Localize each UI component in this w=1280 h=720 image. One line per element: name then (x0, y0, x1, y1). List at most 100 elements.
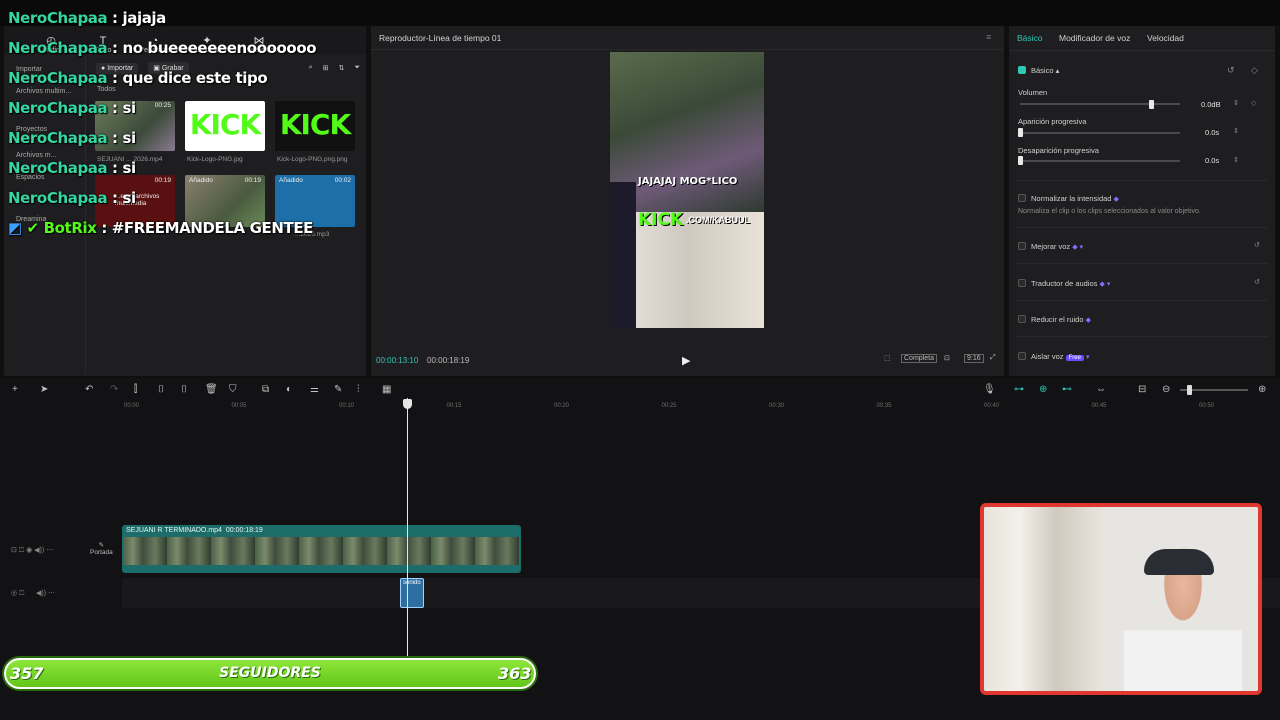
audio-wave-icon[interactable]: ⫶ (357, 384, 360, 395)
sound-clip-label: sonido (403, 580, 421, 586)
divider (1016, 180, 1268, 181)
zoom-slider-knob[interactable] (1187, 385, 1192, 395)
grid-icon[interactable]: ▦ (382, 384, 391, 395)
ruler-tick: 00:00 (124, 403, 140, 409)
translate-checkbox[interactable] (1018, 279, 1026, 287)
fit-icon[interactable]: ⊟ (1138, 384, 1146, 395)
tab-basic[interactable]: Básico (1017, 33, 1043, 43)
total-time: 00:00:18:19 (427, 356, 470, 365)
trim-right-icon[interactable]: ⌷ (181, 384, 187, 395)
grid-view-icon[interactable]: ⊞ (323, 64, 329, 72)
fade-out-slider-knob[interactable] (1018, 156, 1023, 165)
ratio-button[interactable]: 9:16 (964, 354, 984, 363)
noise-reduction-label: Reducir el ruido ◆ (1031, 315, 1092, 324)
snap-icon[interactable]: ⊷ (1062, 384, 1072, 395)
fade-in-value[interactable]: 0.0s (1205, 128, 1219, 137)
magnet-icon[interactable]: ⊕ (1039, 384, 1047, 395)
keyframe-icon[interactable]: ◇ (1251, 99, 1256, 107)
filter-all[interactable]: Todos (97, 86, 116, 93)
adjust-icon[interactable]: ⚌ (310, 384, 319, 395)
playhead-handle[interactable] (403, 399, 412, 409)
keyframe-icon[interactable]: ◇ (1251, 65, 1258, 76)
media-duration: 00:02 (334, 177, 351, 184)
normalize-description: Normaliza el clip o los clips selecciona… (1018, 208, 1201, 215)
trim-left-icon[interactable]: ⌷ (158, 384, 164, 395)
video-preview[interactable]: JAJAJAJ MOG*LICO KICK .COM/KABUUL (610, 52, 764, 328)
sidebar-item-media[interactable]: Archivos multim... (16, 88, 71, 95)
follower-goal: 363 (498, 664, 532, 683)
player-title: Reproductor-Línea de tiempo 01 (379, 33, 502, 43)
chat-message: NeroChapaa : si (8, 129, 136, 147)
fade-in-slider-knob[interactable] (1018, 128, 1023, 137)
link-icon[interactable]: ⊶ (1014, 384, 1024, 395)
tab-voice-changer[interactable]: Modificador de voz (1059, 33, 1130, 43)
add-track-icon[interactable]: + (12, 384, 18, 395)
play-icon[interactable]: ▶ (682, 354, 694, 367)
ruler-tick: 00:10 (339, 403, 355, 409)
delete-icon[interactable]: 🗑 (205, 384, 218, 395)
noise-reduction-checkbox[interactable] (1018, 315, 1026, 323)
split-icon[interactable]: ⫿ (134, 384, 137, 395)
chat-message-bot: ◩ ✔ BotRix : #FREEMANDELA GENTEE (8, 219, 314, 237)
track-lock-icon[interactable]: ⊡ ⏍ ◉ ◀)) ⋯ (11, 546, 53, 555)
microphone-icon[interactable]: 🎙 (983, 384, 996, 395)
menu-icon[interactable]: ≡ (986, 32, 991, 42)
chat-message: NeroChapaa : que dice este tipo (8, 69, 268, 87)
fade-out-slider[interactable] (1020, 160, 1180, 162)
crop-icon[interactable]: ⧉ (262, 384, 269, 395)
reset-icon[interactable]: ↺ (1254, 278, 1260, 286)
chevron-down-icon[interactable]: ▾ (1086, 354, 1090, 361)
reset-icon[interactable]: ↺ (1227, 65, 1235, 76)
volume-label: Volumen (1018, 88, 1048, 97)
audio-track-icons[interactable]: ◎ ⏍ ◀)) ⋯ (11, 589, 55, 598)
cover-button[interactable]: ✎ Portada (90, 541, 113, 556)
media-thumb-kick-jpg[interactable]: KICK (185, 101, 265, 151)
enhance-voice-checkbox[interactable] (1018, 242, 1026, 250)
fullscreen-icon[interactable]: ⤢ (990, 354, 996, 362)
full-button[interactable]: Completa (901, 354, 937, 363)
sort-icon[interactable]: ⇅ (339, 64, 345, 72)
media-thumb-kick-png[interactable]: KICK (275, 101, 355, 151)
volume-slider[interactable] (1020, 103, 1180, 105)
volume-value[interactable]: 0.0dB (1201, 100, 1221, 109)
chat-message: NeroChapaa : si (8, 159, 136, 177)
fade-out-value[interactable]: 0.0s (1205, 156, 1219, 165)
mask-icon[interactable]: ◐ (286, 384, 292, 395)
reset-icon[interactable]: ↺ (1254, 241, 1260, 249)
stepper-icon[interactable]: ⇕ (1233, 156, 1239, 164)
ruler-tick: 00:05 (231, 403, 247, 409)
ruler-tick: 00:15 (446, 403, 462, 409)
search-icon[interactable]: ⌕ (309, 64, 313, 72)
sidebar-item-media-2[interactable]: Archivos m... (16, 152, 56, 159)
volume-slider-knob[interactable] (1149, 100, 1155, 109)
chat-message: NeroChapaa : si (8, 189, 136, 207)
screenshot-icon[interactable]: ⊡ (944, 354, 950, 362)
basic-checkbox[interactable] (1018, 66, 1026, 74)
fade-in-slider[interactable] (1020, 132, 1180, 134)
tab-speed[interactable]: Velocidad (1147, 33, 1184, 43)
shield-icon[interactable]: ⛉ (229, 384, 237, 395)
zoom-in-icon[interactable]: ⊕ (1258, 384, 1266, 395)
free-badge: Free (1065, 355, 1084, 361)
select-tool-icon[interactable]: ➤ (40, 384, 48, 395)
preview-axis-icon[interactable]: ⇔ (1096, 384, 1106, 395)
media-name: Kick-Logo-PNG.png.png (277, 156, 348, 163)
stepper-icon[interactable]: ⇕ (1233, 127, 1239, 135)
divider (1016, 336, 1268, 337)
undo-icon[interactable]: ↶ (85, 384, 93, 395)
crop-icon[interactable]: ⬚ (884, 354, 891, 362)
zoom-out-icon[interactable]: ⊖ (1162, 384, 1170, 395)
chat-message: NeroChapaa : jajaja (8, 9, 166, 27)
filter-icon[interactable]: ⏷ (354, 64, 360, 72)
ruler-tick: 00:40 (984, 403, 1000, 409)
media-duration: 00:19 (244, 177, 261, 184)
stepper-icon[interactable]: ⇕ (1233, 99, 1239, 107)
verified-icon: ✔ (26, 219, 40, 237)
normalize-checkbox[interactable] (1018, 194, 1026, 202)
redo-icon[interactable]: ↷ (110, 384, 118, 395)
isolate-voice-checkbox[interactable] (1018, 352, 1026, 360)
magic-icon[interactable]: ✎ (334, 384, 342, 395)
collapse-icon[interactable]: ▴ (1056, 66, 1060, 75)
ruler-tick: 00:30 (769, 403, 785, 409)
premium-icon: ◆ (1085, 317, 1092, 324)
